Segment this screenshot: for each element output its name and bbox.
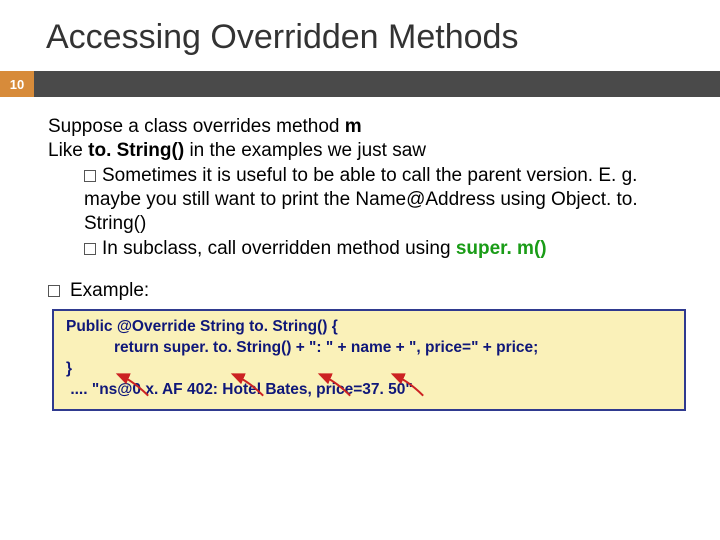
header-bar: 10	[0, 71, 720, 97]
code-line-4-text: .... "ns@0 x. AF 402: Hotel Bates, price…	[70, 381, 412, 398]
bullet-1-text: Sometimes it is useful to be able to cal…	[84, 165, 638, 235]
page-number: 10	[0, 71, 34, 97]
slide-body: Suppose a class overrides method m Like …	[0, 97, 720, 303]
bullet-2a: In subclass, call overridden method usin…	[102, 238, 456, 259]
square-icon	[48, 285, 60, 297]
method-m: m	[345, 116, 362, 137]
bullet-1: Sometimes it is useful to be able to cal…	[84, 164, 682, 237]
para-2c: in the examples we just saw	[184, 140, 426, 161]
checkbox-icon	[84, 170, 96, 182]
code-line-4: .... "ns@0 x. AF 402: Hotel Bates, price…	[66, 380, 674, 401]
tostring-ref: to. String()	[88, 140, 184, 161]
para-2: Like to. String() in the examples we jus…	[48, 139, 682, 163]
checkbox-icon	[84, 243, 96, 255]
example-label-row: Example:	[48, 279, 682, 303]
para-1: Suppose a class overrides method m	[48, 115, 682, 139]
para-1a: Suppose a class overrides method	[48, 116, 345, 137]
code-box: Public @Override String to. String() { r…	[52, 309, 686, 411]
code-line-2: return super. to. String() + ": " + name…	[114, 338, 674, 359]
code-line-3: }	[66, 359, 674, 380]
example-label: Example:	[70, 280, 149, 301]
bullet-2: In subclass, call overridden method usin…	[84, 237, 682, 261]
header-stripe	[34, 71, 720, 97]
super-call: super. m()	[456, 238, 547, 259]
para-2a: Like	[48, 140, 88, 161]
code-line-1: Public @Override String to. String() {	[66, 317, 674, 338]
slide-title: Accessing Overridden Methods	[0, 0, 720, 57]
